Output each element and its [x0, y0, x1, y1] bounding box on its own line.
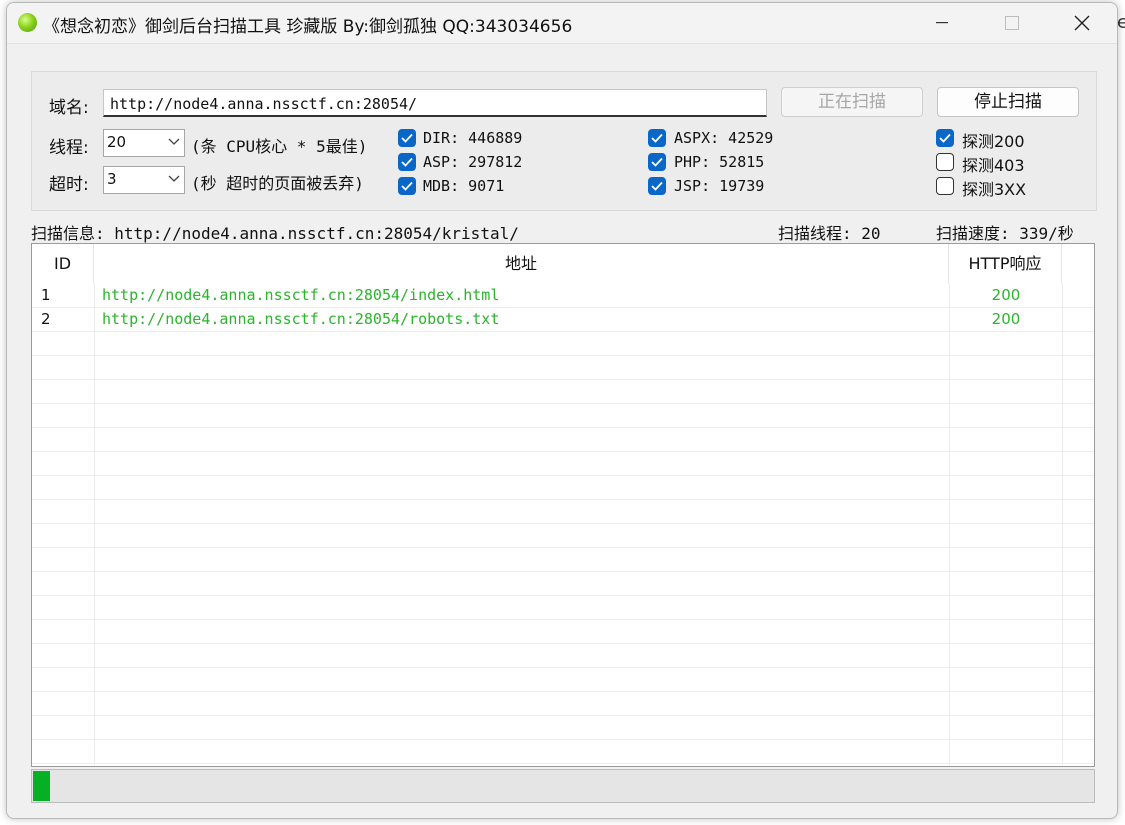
table-row[interactable]: 2 http://node4.anna.nssctf.cn:28054/robo…	[32, 307, 1094, 331]
threads-label: 线程:	[49, 138, 89, 158]
results-table[interactable]: ID 地址 HTTP响应 1 http://node4.anna.nssctf.…	[31, 243, 1095, 767]
row-http-code: 200	[991, 286, 1021, 304]
row-gridline	[32, 595, 1094, 596]
row-gridline	[32, 475, 1094, 476]
checkbox-dir-label: DIR: 446889	[423, 129, 523, 147]
threads-hint: (条 CPU核心 * 5最佳)	[191, 137, 368, 156]
row-gridline	[32, 331, 1094, 332]
row-url: http://node4.anna.nssctf.cn:28054/index.…	[102, 286, 500, 304]
column-divider	[1062, 284, 1063, 766]
row-gridline	[32, 547, 1094, 548]
column-header-id[interactable]: ID	[32, 244, 94, 284]
row-gridline	[32, 715, 1094, 716]
scan-info: 扫描信息: http://node4.anna.nssctf.cn:28054/…	[31, 224, 519, 243]
checkbox-jsp[interactable]	[648, 177, 666, 195]
stop-button[interactable]: 停止扫描	[937, 87, 1079, 117]
scan-threads: 扫描线程: 20	[778, 224, 881, 243]
timeout-select[interactable]: 3	[103, 166, 185, 194]
chevron-down-icon	[168, 138, 180, 145]
timeout-label: 超时:	[49, 175, 89, 195]
timeout-hint: (秒 超时的页面被丢弃)	[191, 174, 364, 193]
close-icon	[1074, 15, 1090, 31]
close-button[interactable]	[1047, 3, 1117, 43]
checkbox-probe-403-label: 探测403	[962, 156, 1025, 175]
row-gridline	[32, 355, 1094, 356]
row-gridline	[32, 307, 1094, 308]
row-gridline	[32, 667, 1094, 668]
maximize-icon	[1005, 16, 1019, 30]
checkbox-probe-200[interactable]	[936, 129, 954, 147]
scan-speed: 扫描速度: 339/秒	[936, 224, 1074, 243]
checkbox-asp-label: ASP: 297812	[423, 153, 523, 171]
app-icon	[18, 13, 37, 32]
column-header-url[interactable]: 地址	[94, 244, 949, 284]
row-gridline	[32, 523, 1094, 524]
row-gridline	[32, 379, 1094, 380]
threads-select[interactable]: 20	[103, 129, 185, 157]
row-id: 1	[41, 286, 51, 304]
table-header: ID 地址 HTTP响应	[32, 244, 1094, 285]
chevron-down-icon	[168, 175, 180, 182]
progress-bar	[31, 769, 1095, 803]
table-row[interactable]: 1 http://node4.anna.nssctf.cn:28054/inde…	[32, 283, 1094, 307]
checkbox-probe-3xx-label: 探测3XX	[962, 180, 1027, 199]
row-gridline	[32, 403, 1094, 404]
threads-value: 20	[107, 133, 127, 151]
checkbox-mdb-label: MDB: 9071	[423, 177, 505, 195]
row-gridline	[32, 739, 1094, 740]
row-id: 2	[41, 310, 51, 328]
progress-fill	[33, 771, 50, 801]
checkbox-mdb[interactable]	[398, 177, 416, 195]
checkbox-probe-200-label: 探测200	[962, 132, 1025, 151]
row-gridline	[32, 643, 1094, 644]
checkbox-dir[interactable]	[398, 129, 416, 147]
checkbox-php[interactable]	[648, 153, 666, 171]
timeout-value: 3	[107, 170, 117, 188]
scan-button[interactable]: 正在扫描	[781, 87, 923, 117]
column-divider	[949, 284, 950, 766]
checkbox-aspx-label: ASPX: 42529	[674, 129, 774, 147]
row-gridline	[32, 499, 1094, 500]
checkbox-asp[interactable]	[398, 153, 416, 171]
domain-input[interactable]: http://node4.anna.nssctf.cn:28054/	[103, 89, 767, 117]
row-gridline	[32, 763, 1094, 764]
row-gridline	[32, 571, 1094, 572]
checkbox-aspx[interactable]	[648, 129, 666, 147]
row-url: http://node4.anna.nssctf.cn:28054/robots…	[102, 310, 500, 328]
minimize-button[interactable]	[907, 3, 977, 43]
row-gridline	[32, 451, 1094, 452]
background-glyph: ϵ	[1117, 12, 1125, 33]
window-title: 《想念初恋》御剑后台扫描工具 珍藏版 By:御剑孤独 QQ:343034656	[43, 17, 573, 37]
checkbox-probe-403[interactable]	[936, 153, 954, 171]
column-divider	[94, 284, 95, 766]
checkbox-php-label: PHP: 52815	[674, 153, 765, 171]
checkbox-probe-3xx[interactable]	[936, 177, 954, 195]
column-header-http[interactable]: HTTP响应	[949, 244, 1062, 284]
row-http-code: 200	[991, 310, 1021, 328]
checkbox-jsp-label: JSP: 19739	[674, 177, 765, 195]
row-gridline	[32, 427, 1094, 428]
minimize-icon	[936, 22, 948, 24]
main-window: 《想念初恋》御剑后台扫描工具 珍藏版 By:御剑孤独 QQ:343034656 …	[6, 2, 1118, 819]
title-bar[interactable]: 《想念初恋》御剑后台扫描工具 珍藏版 By:御剑孤独 QQ:343034656	[7, 3, 1117, 44]
maximize-button[interactable]	[977, 3, 1047, 43]
domain-label: 域名:	[49, 98, 89, 118]
row-gridline	[32, 619, 1094, 620]
row-gridline	[32, 691, 1094, 692]
